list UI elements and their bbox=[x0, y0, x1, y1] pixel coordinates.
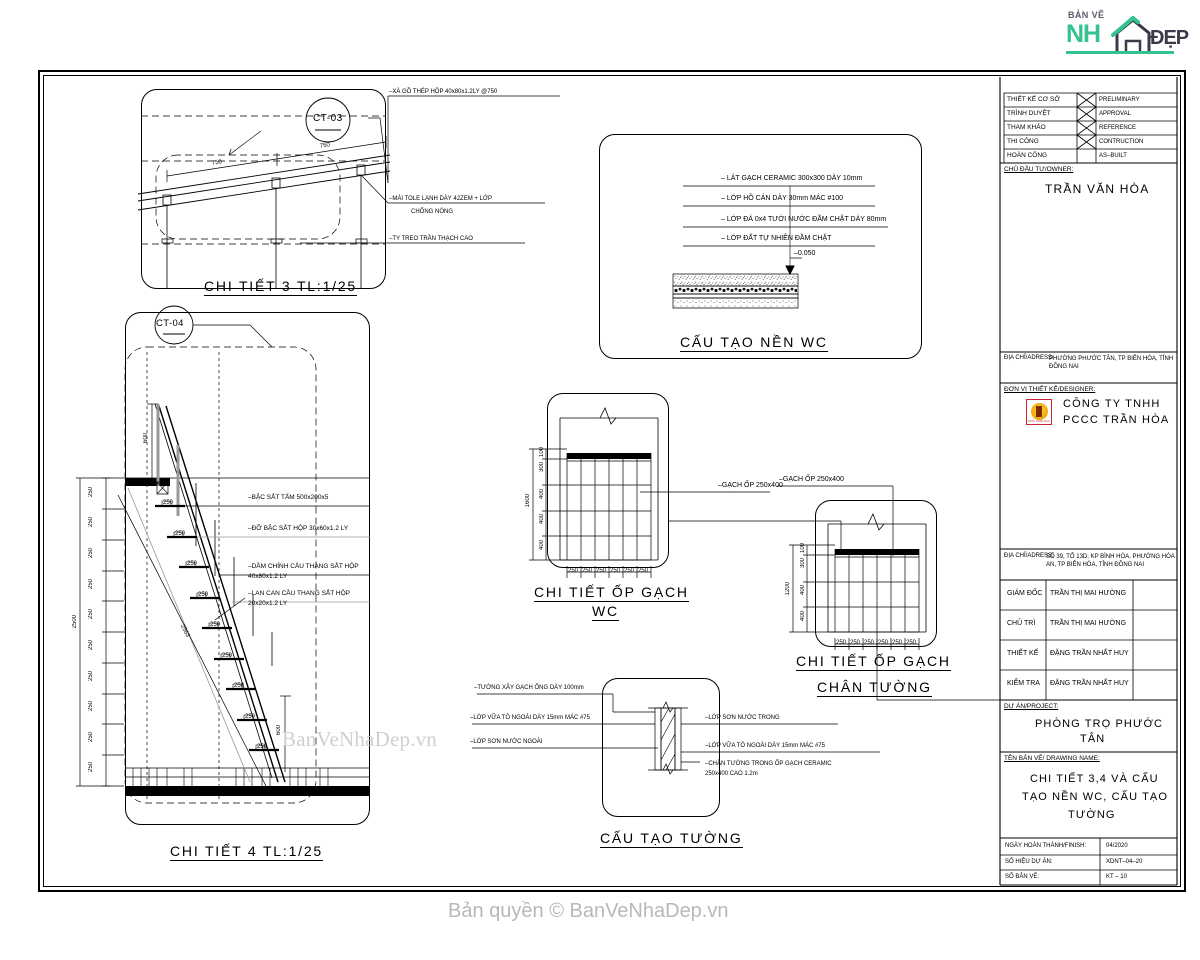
owner-address-label-text: ĐỊA CHỈ/ADRESS: bbox=[1004, 355, 1054, 361]
designer-line1: CÔNG TY TNHH bbox=[1063, 398, 1161, 410]
staff-role-3: THIẾT KẾ bbox=[1007, 650, 1039, 657]
stamp-row-vi-4: THI CÔNG bbox=[1007, 138, 1039, 145]
staff-role-4: KIỂM TRA bbox=[1007, 680, 1040, 687]
footer-watermark: Bản quyền © BanVeNhaDep.vn bbox=[448, 900, 729, 922]
owner-name: TRẦN VĂN HÒA bbox=[1045, 182, 1150, 196]
stamp-row-vi-1: THIẾT KẾ CƠ SỞ bbox=[1007, 96, 1060, 103]
designer-address-value: SỐ 39, TỔ 13D, KP BÌNH HÓA, PHƯỜNG HÓA A… bbox=[1046, 554, 1175, 569]
stamp-row-vi-2: TRÌNH DUYỆT bbox=[1007, 110, 1051, 117]
stamp-row-en-3: REFERENCE bbox=[1099, 125, 1137, 131]
project-line2: TÂN bbox=[1080, 733, 1106, 745]
drawing-line3: TƯỜNG bbox=[1068, 809, 1116, 821]
project-line1: PHÒNG TRỌ PHƯỚC bbox=[1035, 718, 1164, 730]
drawing-line2: TẠO NỀN WC, CẤU TẠO bbox=[1022, 791, 1168, 803]
staff-name-2: TRẦN THỊ MAI HƯỜNG bbox=[1050, 620, 1127, 627]
project-label: DỰ ÁN/PROJECT: bbox=[1004, 703, 1059, 710]
stamp-row-en-5: AS–BUILT bbox=[1099, 153, 1127, 159]
staff-name-3: ĐẶNG TRẦN NHẤT HUY bbox=[1050, 650, 1129, 657]
pccc-logo-bar bbox=[1036, 406, 1042, 417]
drawing-line1: CHI TIẾT 3,4 VÀ CẤU bbox=[1030, 773, 1159, 785]
designer-line2: PCCC TRẦN HÒA bbox=[1063, 414, 1170, 426]
footer-label-1: NGÀY HOÀN THÀNH/FINISH: bbox=[1005, 843, 1087, 849]
staff-name-4: ĐẶNG TRẦN NHẤT HUY bbox=[1050, 680, 1129, 687]
stamp-row-en-1: PRELIMINARY bbox=[1099, 97, 1140, 103]
pccc-logo-text: PCCC TRAN HOA bbox=[1028, 420, 1050, 423]
stamp-row-en-4: CONTRUCTION bbox=[1099, 139, 1144, 145]
footer-label-2: SỐ HIỆU DỰ ÁN: bbox=[1005, 859, 1053, 865]
designer-label: ĐƠN VỊ THIẾT KẾ/DESIGNER: bbox=[1004, 386, 1096, 393]
footer-label-3: SỐ BẢN VẼ: bbox=[1005, 874, 1040, 880]
pccc-logo-icon: PCCC TRAN HOA bbox=[1026, 399, 1052, 425]
owner-address-value: PHƯỜNG PHƯỚC TÂN, TP BIÊN HÒA, TỈNH ĐỒNG… bbox=[1049, 356, 1174, 371]
center-watermark: BanVeNhaDep.vn bbox=[282, 727, 438, 751]
stamp-row-vi-5: HOÀN CÔNG bbox=[1007, 152, 1048, 159]
stamp-row-vi-3: THAM KHẢO bbox=[1007, 124, 1046, 131]
drawing-sheet: BẢN VẼ NH ĐẸP 750 750 CT-03 –XÀ GỒ THÉP … bbox=[0, 0, 1200, 960]
stamp-row-en-2: APPROVAL bbox=[1099, 111, 1131, 117]
staff-name-1: TRẦN THỊ MAI HƯỜNG bbox=[1050, 590, 1127, 597]
footer-value-2: XDNT–04–20 bbox=[1106, 859, 1143, 865]
footer-value-3: KT – 10 bbox=[1106, 874, 1127, 880]
drawing-label: TÊN BẢN VẼ/ DRAWING NAME: bbox=[1004, 755, 1100, 762]
owner-address-label: ĐỊA CHỈ/ADRESS: bbox=[1004, 355, 1054, 361]
staff-role-2: CHỦ TRÌ bbox=[1007, 620, 1036, 627]
staff-role-1: GIÁM ĐỐC bbox=[1007, 590, 1043, 597]
footer-value-1: 04/2020 bbox=[1106, 843, 1128, 849]
owner-label: CHỦ ĐẦU TƯ/OWNER: bbox=[1004, 166, 1074, 173]
